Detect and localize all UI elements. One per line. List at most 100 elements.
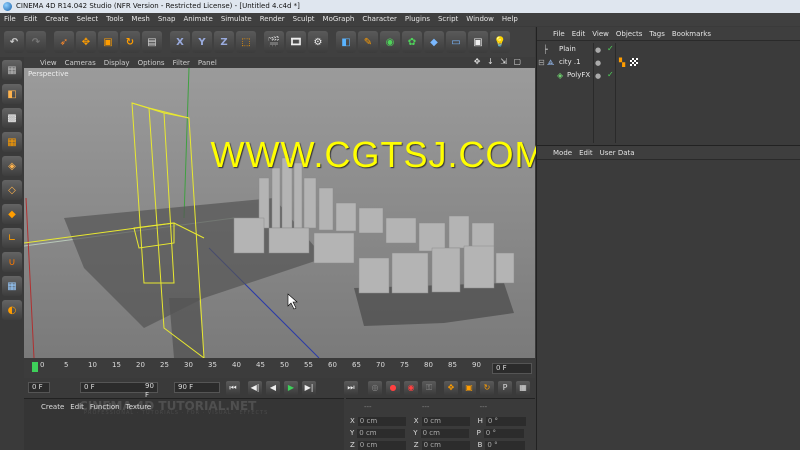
deformer-icon[interactable]: ◆ [424,31,444,53]
objects-menu-bookmarks[interactable]: Bookmarks [672,30,711,38]
menu-sculpt[interactable]: Sculpt [293,13,315,26]
locked-workplane-icon[interactable]: ◐ [2,300,22,320]
viewport-menu-panel[interactable]: Panel [198,59,217,67]
viewport-navigation-icons[interactable]: ✥ ↓ ⇲ ▢ [474,57,523,66]
scale-key-icon[interactable]: ▣ [462,381,476,395]
menu-file[interactable]: File [4,13,16,26]
viewport-menu-display[interactable]: Display [104,59,130,67]
menu-character[interactable]: Character [362,13,397,26]
menu-snap[interactable]: Snap [158,13,176,26]
workplane-icon[interactable]: ▦ [2,132,22,152]
play-button[interactable]: ▶ [284,381,298,395]
move-icon[interactable]: ✥ [76,31,96,53]
polygons-mode-icon[interactable]: ◆ [2,204,22,224]
objects-menu-view[interactable]: View [592,30,609,38]
render-picture-viewer-icon[interactable]: 🎞 [286,31,306,53]
edges-mode-icon[interactable]: ◇ [2,180,22,200]
viewport-menu-view[interactable]: View [40,59,57,67]
material-tag-icon[interactable] [630,58,638,66]
visibility-dots[interactable]: ● [595,72,607,80]
end-frame-field[interactable]: 90 F [174,382,220,393]
menu-mesh[interactable]: Mesh [131,13,149,26]
array-icon[interactable]: ✿ [402,31,422,53]
size-z-field[interactable]: 0 cm [421,441,470,450]
perspective-viewport[interactable]: Perspective [24,68,535,358]
rotation-p-field[interactable]: 0 ° [483,429,524,438]
rotation-h-field[interactable]: 0 ° [485,417,526,426]
parameter-key-icon[interactable]: P [498,381,512,395]
menu-plugins[interactable]: Plugins [405,13,430,26]
position-y-field[interactable]: 0 cm [357,429,406,438]
previous-key-button[interactable]: ◀| [248,381,262,395]
autokeying-icon[interactable]: ◉ [404,381,418,395]
menu-simulate[interactable]: Simulate [221,13,252,26]
render-settings-icon[interactable]: ⚙ [308,31,328,53]
next-frame-button[interactable]: ▶| [302,381,316,395]
viewport-menu-cameras[interactable]: Cameras [65,59,96,67]
record-active-objects-icon[interactable]: ● [386,381,400,395]
spline-pen-icon[interactable]: ✎ [358,31,378,53]
rotate-icon[interactable]: ↻ [120,31,140,53]
menu-render[interactable]: Render [260,13,285,26]
go-to-end-button[interactable]: ⏭ [344,381,358,395]
enable-check-icon[interactable]: ✓ [607,70,614,79]
timeline-ruler[interactable]: 0 5 10 15 20 25 30 35 40 45 50 55 60 65 … [24,360,535,378]
object-row-city[interactable]: ⊟ ⟁ city .1 ● ▚ [537,56,800,69]
attributes-menu-mode[interactable]: Mode [553,149,572,157]
object-name[interactable]: PolyFX [567,71,590,79]
make-editable-icon[interactable]: ▦ [2,60,22,80]
render-view-icon[interactable]: 🎬 [264,31,284,53]
texture-tag-icon[interactable]: ▚ [619,58,625,67]
menu-animate[interactable]: Animate [183,13,212,26]
attributes-menu-edit[interactable]: Edit [579,149,593,157]
viewport-menu-filter[interactable]: Filter [173,59,190,67]
texture-mode-icon[interactable]: ▩ [2,108,22,128]
camera-icon[interactable]: ▣ [468,31,488,53]
viewport-menu-options[interactable]: Options [138,59,165,67]
light-icon[interactable]: 💡 [490,31,510,53]
objects-menu-edit[interactable]: Edit [572,30,586,38]
menu-window[interactable]: Window [466,13,494,26]
object-name[interactable]: city .1 [559,58,581,66]
model-mode-icon[interactable]: ◧ [2,84,22,104]
y-axis-lock-icon[interactable]: Y [192,31,212,53]
objects-menu-file[interactable]: File [553,30,565,38]
rotation-b-field[interactable]: 0 ° [485,441,526,450]
keyframe-selection-icon[interactable]: ⚿ [422,381,436,395]
object-row-polyfx[interactable]: ◈ PolyFX ● ✓ [537,69,800,82]
object-row-plain[interactable]: ┝ Plain ● ✓ [537,43,800,56]
menu-mograph[interactable]: MoGraph [323,13,355,26]
previous-frame-button[interactable]: ◀ [266,381,280,395]
z-axis-lock-icon[interactable]: Z [214,31,234,53]
position-x-field[interactable]: 0 cm [357,417,406,426]
menu-select[interactable]: Select [77,13,99,26]
size-y-field[interactable]: 0 cm [420,429,469,438]
redo-icon[interactable]: ↷ [26,31,46,53]
live-select-icon[interactable]: ➶ [54,31,74,53]
go-to-start-button[interactable]: ⏮ [226,381,240,395]
visibility-dots[interactable]: ● [595,46,607,54]
attributes-menu-user-data[interactable]: User Data [600,149,635,157]
rotation-key-icon[interactable]: ↻ [480,381,494,395]
menu-help[interactable]: Help [502,13,518,26]
objects-menu-objects[interactable]: Objects [616,30,642,38]
cube-icon[interactable]: ◧ [336,31,356,53]
scale-icon[interactable]: ▣ [98,31,118,53]
material-menu-create[interactable]: Create [41,403,64,411]
object-name[interactable]: Plain [559,45,576,53]
start-frame-field[interactable]: 0 F [28,382,50,393]
axis-mode-icon[interactable]: ∟ [2,228,22,248]
current-frame-field[interactable]: 0 F [492,363,532,374]
visibility-dots[interactable]: ● [595,59,607,67]
menu-tools[interactable]: Tools [106,13,123,26]
collapse-toggle-icon[interactable]: ⊟ [538,58,545,67]
size-x-field[interactable]: 0 cm [421,417,470,426]
coordinate-system-icon[interactable]: ⬚ [236,31,256,53]
magnet-icon[interactable]: ∪ [2,252,22,272]
undo-icon[interactable]: ↶ [4,31,24,53]
x-axis-lock-icon[interactable]: X [170,31,190,53]
point-level-animation-icon[interactable]: ▦ [516,381,530,395]
menu-edit[interactable]: Edit [24,13,38,26]
floor-icon[interactable]: ▭ [446,31,466,53]
recent-tools-icon[interactable]: ▤ [142,31,162,53]
